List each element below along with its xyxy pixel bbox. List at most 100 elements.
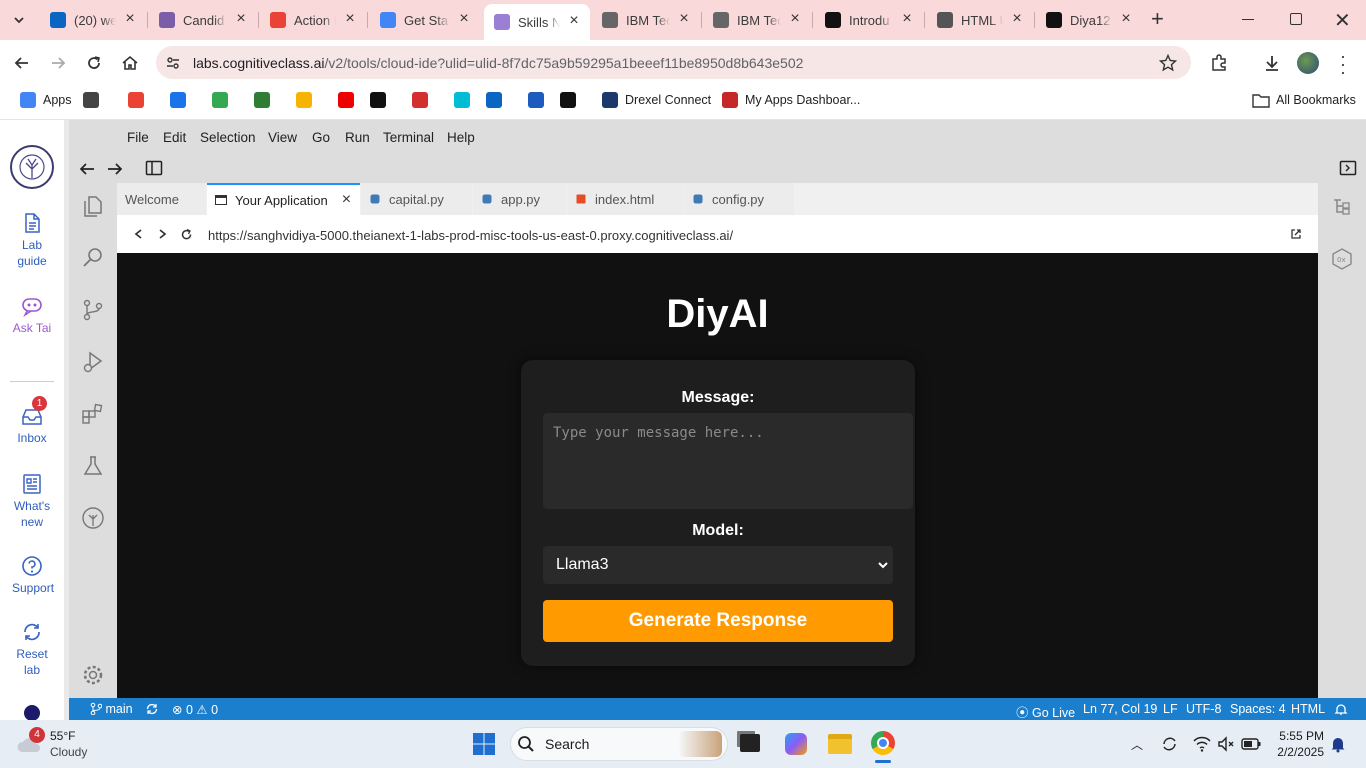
maximize-button[interactable] [1290,13,1302,25]
message-input[interactable] [543,413,913,509]
lab-nav-news[interactable]: What's new [0,473,64,530]
toggle-right-panel-icon[interactable] [1339,159,1357,177]
toggle-sidebar-icon[interactable] [145,159,163,177]
menu-go[interactable]: Go [312,130,330,145]
cursor-position[interactable]: Ln 77, Col 19 [1083,702,1157,716]
bookmark-item[interactable] [560,90,576,110]
menu-edit[interactable]: Edit [163,130,186,145]
memory-inspector-icon[interactable]: 0x [1331,247,1353,271]
problems-indicator[interactable]: ⊗ 0 ⚠ 0 [172,702,218,717]
editor-tab[interactable]: index.html [567,183,683,215]
lab-nav-reset[interactable]: Reset lab [0,621,64,678]
menu-selection[interactable]: Selection [200,130,256,145]
extensions-icon[interactable] [81,402,105,426]
model-select[interactable]: Llama3 [543,546,893,584]
bookmark-item[interactable] [128,90,144,110]
preview-url-field[interactable]: https://sanghvidiya-5000.theianext-1-lab… [208,228,733,243]
download-icon[interactable] [1262,53,1282,73]
url-text[interactable]: labs.cognitiveclass.ai/v2/tools/cloud-id… [193,55,803,71]
menu-view[interactable]: View [268,130,297,145]
menu-run[interactable]: Run [345,130,370,145]
sync-icon[interactable] [145,702,159,716]
bookmark-item[interactable]: Apps [20,90,72,110]
browser-tab[interactable]: HTML U × [927,6,1033,34]
bookmark-item[interactable] [486,90,502,110]
ide-forward-icon[interactable] [106,160,124,178]
skills-network-tree-icon[interactable] [81,506,105,530]
open-external-icon[interactable] [1290,228,1302,240]
run-debug-icon[interactable] [81,350,105,374]
tab-search-button[interactable] [8,9,30,31]
branch-indicator[interactable]: main [90,702,133,716]
clock-date[interactable]: 2/2/2025 [1271,745,1324,759]
lab-nav-help[interactable]: Support [0,555,64,596]
bookmark-item[interactable]: Drexel Connect [602,90,711,110]
bookmark-item[interactable] [212,90,228,110]
editor-tab[interactable]: app.py [473,183,566,215]
browser-tab[interactable]: Candid × [149,6,257,34]
browser-tab[interactable]: Introdu × [815,6,923,34]
browser-tab[interactable]: IBM Tec × [703,6,811,34]
editor-tab[interactable]: Your Application × [207,183,360,215]
clock-time[interactable]: 5:55 PM [1277,729,1324,743]
close-tab-icon[interactable]: × [122,11,138,28]
menu-help[interactable]: Help [447,130,475,145]
notification-bell-icon[interactable] [1334,702,1348,716]
close-tab-icon[interactable]: × [566,13,582,30]
bookmark-item[interactable] [296,90,312,110]
bookmark-item[interactable] [83,90,99,110]
close-tab-icon[interactable]: × [342,11,358,28]
menu-terminal[interactable]: Terminal [383,130,434,145]
battery-icon[interactable] [1241,737,1261,751]
weather-widget[interactable]: 4 55°F Cloudy [16,727,96,762]
editor-tab[interactable]: capital.py [361,183,472,215]
volume-muted-icon[interactable] [1217,736,1235,752]
theme-toggle-icon[interactable] [24,705,40,721]
home-icon[interactable] [120,53,140,73]
close-tab-icon[interactable]: × [899,11,915,28]
minimize-button[interactable] [1242,19,1254,20]
bookmark-item[interactable] [338,90,354,110]
browser-tab[interactable]: Get Sta × [370,6,480,34]
lab-nav-inbox[interactable]: Inbox 1 [0,396,64,446]
task-view-icon[interactable] [740,734,760,752]
close-tab-icon[interactable]: × [233,11,249,28]
editor-tab[interactable]: config.py [684,183,794,215]
go-live-button[interactable]: ⦿ Go Live [1016,702,1075,721]
search-icon[interactable] [81,246,105,270]
bookmark-item[interactable] [370,90,386,110]
show-hidden-icons[interactable]: ︿ [1131,736,1143,753]
bookmark-item[interactable]: My Apps Dashboar... [722,90,860,110]
reload-icon[interactable] [84,53,104,73]
menu-file[interactable]: File [127,130,149,145]
ide-back-icon[interactable] [78,160,96,178]
encoding-indicator[interactable]: UTF-8 [1186,702,1221,716]
browser-tab[interactable]: (20) we × [40,6,146,34]
preview-forward-icon[interactable] [156,228,168,240]
close-editor-tab-icon[interactable]: × [342,191,351,209]
eol-indicator[interactable]: LF [1163,702,1178,716]
extensions-icon[interactable] [1209,53,1229,73]
chrome-taskbar-icon[interactable] [871,731,895,755]
lab-nav-chat-bot[interactable]: Ask Tai [0,295,64,336]
close-tab-icon[interactable]: × [676,11,692,28]
preview-back-icon[interactable] [133,228,145,240]
skills-network-logo[interactable] [10,145,54,189]
testing-flask-icon[interactable] [81,454,105,478]
bookmark-item[interactable] [454,90,470,110]
forward-arrow-icon[interactable] [48,53,68,73]
language-indicator[interactable]: HTML [1291,702,1325,716]
bookmark-item[interactable] [412,90,428,110]
editor-tab[interactable]: Welcome [117,183,206,215]
sync-tray-icon[interactable] [1160,735,1180,753]
close-tab-icon[interactable]: × [1118,11,1134,28]
browser-menu-icon[interactable]: · · · [1340,47,1346,81]
preview-reload-icon[interactable] [180,228,193,241]
profile-avatar[interactable] [1297,52,1319,74]
close-window-button[interactable]: ✕ [1334,8,1351,33]
source-control-icon[interactable] [81,298,105,322]
settings-gear-icon[interactable] [81,663,105,687]
bookmark-item[interactable] [254,90,270,110]
close-tab-icon[interactable]: × [787,11,803,28]
back-arrow-icon[interactable] [12,53,32,73]
